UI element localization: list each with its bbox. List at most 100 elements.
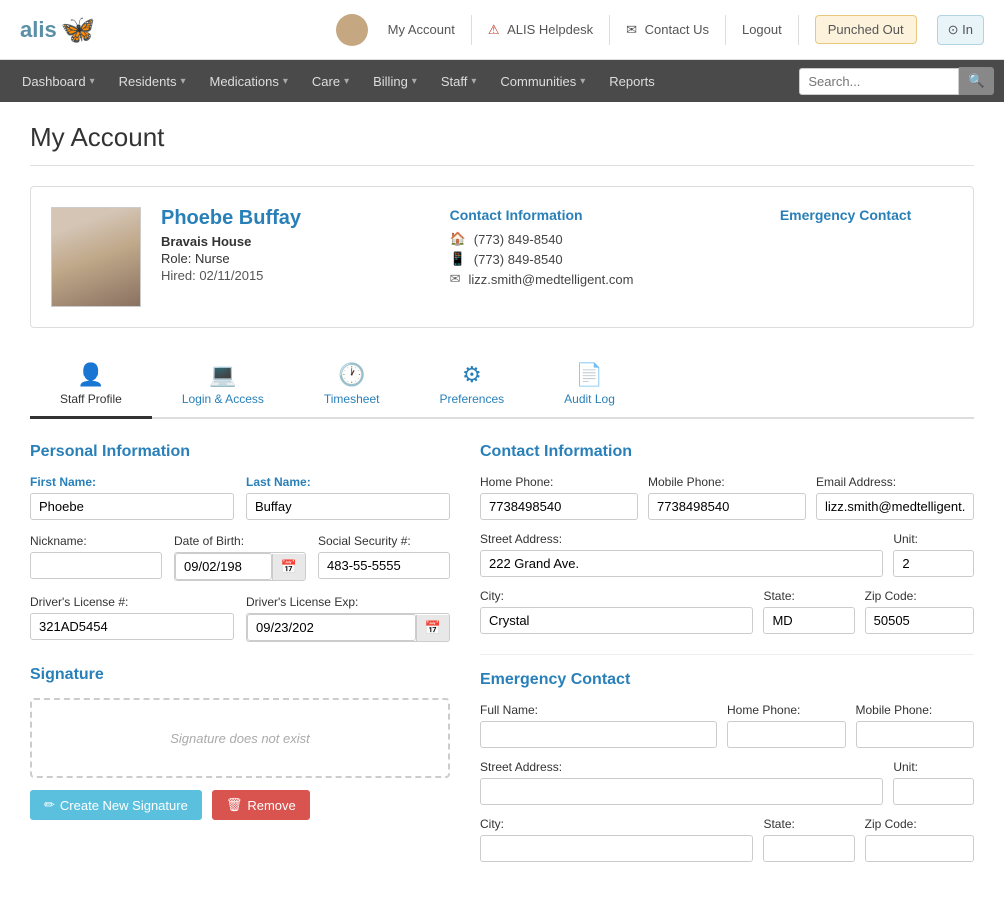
remove-signature-button[interactable]: 🗑 Remove bbox=[212, 790, 310, 820]
city-group: City: bbox=[480, 589, 753, 634]
residents-arrow: ▾ bbox=[180, 76, 185, 87]
dob-group: Date of Birth: 📅 bbox=[174, 534, 306, 581]
page-title: My Account bbox=[30, 122, 974, 166]
state-group: State: bbox=[763, 589, 854, 634]
nav-care[interactable]: Care ▾ bbox=[300, 60, 361, 102]
signature-empty-text: Signature does not exist bbox=[170, 731, 309, 746]
dob-input[interactable] bbox=[175, 553, 272, 580]
in-button[interactable]: ⊙ In bbox=[937, 15, 984, 45]
tab-login-access[interactable]: 💻 Login & Access bbox=[152, 352, 294, 419]
punched-out-label: Punched Out bbox=[828, 22, 904, 37]
emergency-city-label: City: bbox=[480, 817, 753, 831]
divider2 bbox=[609, 15, 610, 45]
emergency-zip-input[interactable] bbox=[865, 835, 974, 862]
logout-link[interactable]: Logout bbox=[742, 22, 782, 37]
helpdesk-link[interactable]: ⚠ ALIS Helpdesk bbox=[488, 22, 593, 38]
tab-timesheet[interactable]: 🕐 Timesheet bbox=[294, 352, 410, 419]
nav-staff[interactable]: Staff ▾ bbox=[429, 60, 489, 102]
contact-section-title: Contact Information bbox=[450, 207, 719, 223]
helpdesk-label: ALIS Helpdesk bbox=[507, 22, 593, 37]
first-name-input[interactable] bbox=[30, 493, 234, 520]
emergency-city-input[interactable] bbox=[480, 835, 753, 862]
email-label: Email Address: bbox=[816, 475, 974, 489]
audit-log-icon: 📄 bbox=[576, 362, 603, 388]
care-arrow: ▾ bbox=[344, 76, 349, 87]
street-group: Street Address: bbox=[480, 532, 883, 577]
punched-out-button[interactable]: Punched Out bbox=[815, 15, 917, 44]
emergency-mobile-phone-input[interactable] bbox=[856, 721, 975, 748]
nav-residents[interactable]: Residents ▾ bbox=[107, 60, 198, 102]
emergency-street-label: Street Address: bbox=[480, 760, 883, 774]
emergency-home-phone-input[interactable] bbox=[727, 721, 846, 748]
emergency-unit-group: Unit: bbox=[893, 760, 974, 805]
last-name-label: Last Name: bbox=[246, 475, 450, 489]
dl-exp-input[interactable] bbox=[247, 614, 416, 641]
ssn-input[interactable] bbox=[318, 552, 450, 579]
unit-input[interactable] bbox=[893, 550, 974, 577]
tab-staff-profile[interactable]: 👤 Staff Profile bbox=[30, 352, 152, 419]
nickname-dob-row: Nickname: Date of Birth: 📅 Social Securi… bbox=[30, 534, 450, 581]
nav-medications[interactable]: Medications ▾ bbox=[197, 60, 299, 102]
nav-reports[interactable]: Reports bbox=[597, 60, 667, 102]
page-content: My Account Phoebe Buffay Bravais House R… bbox=[0, 102, 1004, 908]
tab-timesheet-label: Timesheet bbox=[324, 392, 380, 406]
street-input[interactable] bbox=[480, 550, 883, 577]
emergency-contact-section: Emergency Contact Full Name: Home Phone:… bbox=[480, 654, 974, 862]
nickname-label: Nickname: bbox=[30, 534, 162, 548]
state-input[interactable] bbox=[763, 607, 854, 634]
unit-group: Unit: bbox=[893, 532, 974, 577]
home-phone-input[interactable] bbox=[480, 493, 638, 520]
home-phone-group: Home Phone: bbox=[480, 475, 638, 520]
emergency-mobile-phone-label: Mobile Phone: bbox=[856, 703, 975, 717]
emergency-full-name-input[interactable] bbox=[480, 721, 717, 748]
mobile-phone-input[interactable] bbox=[648, 493, 806, 520]
zip-input[interactable] bbox=[865, 607, 974, 634]
search-button[interactable]: 🔍 bbox=[959, 67, 994, 95]
email-input[interactable] bbox=[816, 493, 974, 520]
ssn-label: Social Security #: bbox=[318, 534, 450, 548]
dob-calendar-icon[interactable]: 📅 bbox=[272, 554, 305, 580]
email-group: Email Address: bbox=[816, 475, 974, 520]
nav-billing[interactable]: Billing ▾ bbox=[361, 60, 429, 102]
emergency-home-phone-group: Home Phone: bbox=[727, 703, 846, 748]
avatar bbox=[336, 14, 368, 46]
signature-box: Signature does not exist bbox=[30, 698, 450, 778]
nav-search: 🔍 bbox=[799, 67, 994, 95]
in-label: In bbox=[962, 22, 973, 37]
emergency-title: Emergency Contact bbox=[480, 671, 974, 689]
role-label: Role: bbox=[161, 251, 191, 266]
emergency-unit-input[interactable] bbox=[893, 778, 974, 805]
search-input[interactable] bbox=[799, 68, 959, 95]
nickname-input[interactable] bbox=[30, 552, 162, 579]
mobile-icon: 📱 bbox=[450, 251, 466, 267]
last-name-input[interactable] bbox=[246, 493, 450, 520]
first-name-group: First Name: bbox=[30, 475, 234, 520]
emergency-zip-group: Zip Code: bbox=[865, 817, 974, 862]
ssn-group: Social Security #: bbox=[318, 534, 450, 581]
dl-exp-calendar-icon[interactable]: 📅 bbox=[416, 615, 449, 641]
contact-link[interactable]: ✉ Contact Us bbox=[626, 22, 709, 38]
dl-input[interactable] bbox=[30, 613, 234, 640]
nav-dashboard[interactable]: Dashboard ▾ bbox=[10, 60, 107, 102]
divider bbox=[471, 15, 472, 45]
last-name-group: Last Name: bbox=[246, 475, 450, 520]
emergency-street-group: Street Address: bbox=[480, 760, 883, 805]
nav-communities[interactable]: Communities ▾ bbox=[488, 60, 597, 102]
emergency-street-input[interactable] bbox=[480, 778, 883, 805]
personal-info-title: Personal Information bbox=[30, 443, 450, 461]
my-account-link[interactable]: My Account bbox=[388, 22, 455, 37]
street-label: Street Address: bbox=[480, 532, 883, 546]
create-sig-icon: ✏ bbox=[44, 797, 55, 813]
emergency-mobile-phone-group: Mobile Phone: bbox=[856, 703, 975, 748]
mobile-phone-line: 📱 (773) 849-8540 bbox=[450, 251, 719, 267]
city-input[interactable] bbox=[480, 607, 753, 634]
tab-preferences[interactable]: ⚙ Preferences bbox=[409, 352, 534, 419]
emergency-state-input[interactable] bbox=[763, 835, 854, 862]
tab-preferences-label: Preferences bbox=[439, 392, 504, 406]
timesheet-icon: 🕐 bbox=[338, 362, 365, 388]
emergency-contact-link[interactable]: Emergency Contact bbox=[738, 207, 953, 223]
email-address: lizz.smith@medtelligent.com bbox=[468, 272, 633, 287]
emergency-full-name-group: Full Name: bbox=[480, 703, 717, 748]
create-signature-button[interactable]: ✏ Create New Signature bbox=[30, 790, 202, 820]
tab-audit-log[interactable]: 📄 Audit Log bbox=[534, 352, 645, 419]
